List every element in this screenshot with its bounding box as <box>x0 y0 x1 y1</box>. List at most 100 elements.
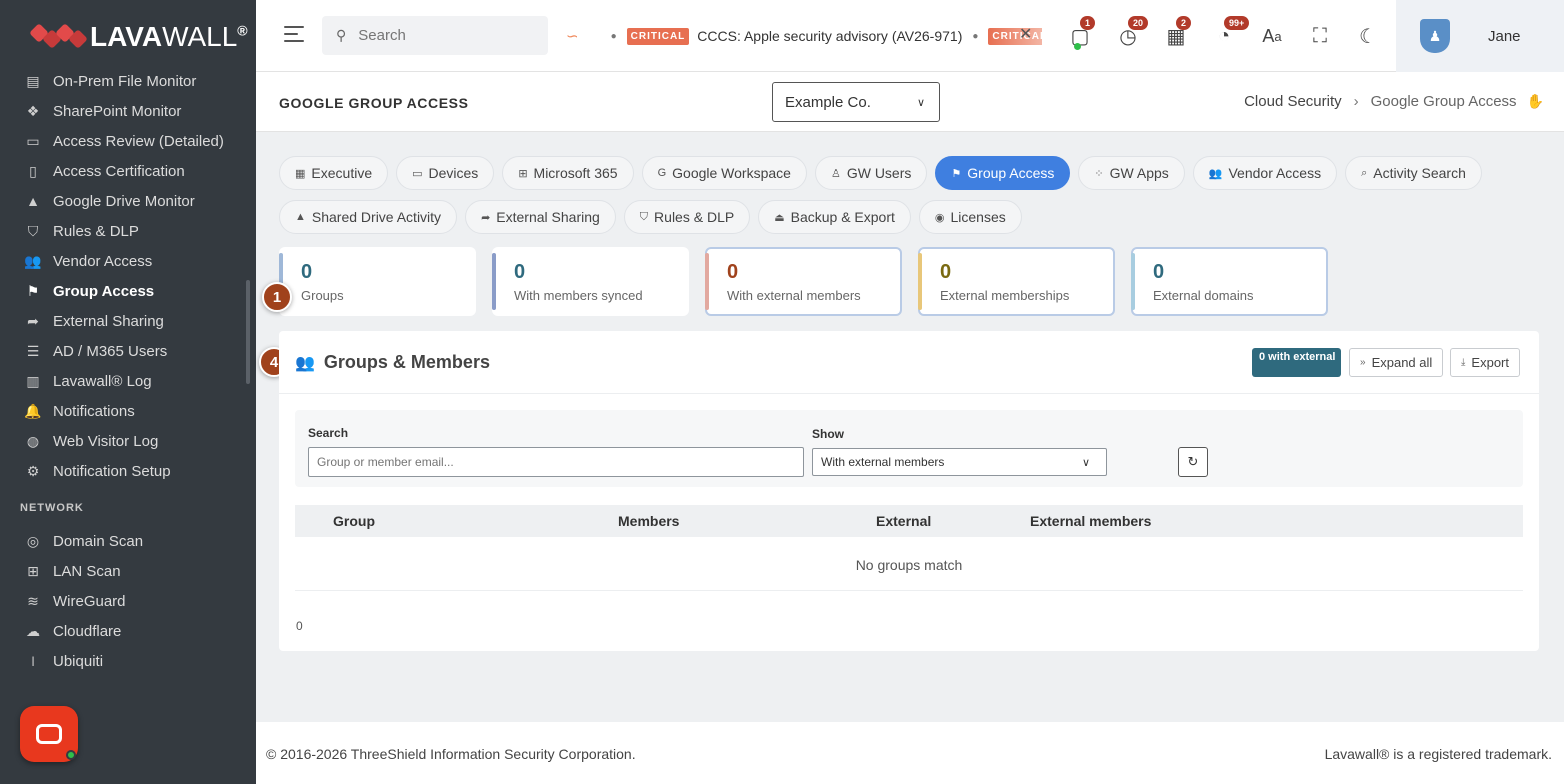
stat-label: With external members <box>727 288 861 303</box>
tab-rules-dlp[interactable]: ⛉ Rules & DLP <box>623 200 751 234</box>
expand-all-button[interactable]: » Expand all <box>1349 348 1444 377</box>
tab-executive[interactable]: ▦ Executive <box>279 156 389 190</box>
sidebar-item-label: AD / M365 Users <box>53 342 168 360</box>
tab-icon: ⁘ <box>1094 167 1104 180</box>
sidebar-item-external-sharing[interactable]: ➦ External Sharing <box>0 306 256 336</box>
column-header-external-members[interactable]: External members <box>1030 513 1151 529</box>
sidebar-item-group-access[interactable]: ⚑ Group Access <box>0 276 256 306</box>
tab-activity-search[interactable]: ⌕ Activity Search <box>1345 156 1482 190</box>
user-avatar-shield-icon: ♟ <box>1420 19 1450 53</box>
sidebar-item-rules-dlp[interactable]: ⛉ Rules & DLP <box>0 216 256 246</box>
sidebar-item-ubiquiti[interactable]: ⏽ Ubiquiti <box>0 646 256 676</box>
file-monitor-icon: ▤ <box>26 72 40 89</box>
folder-icon: ▭ <box>26 132 40 149</box>
sidebar-item-lavawall-log[interactable]: ▥ Lavawall® Log <box>0 366 256 396</box>
show-filter-select[interactable]: With external members ∨ <box>812 448 1107 476</box>
stat-card-groups[interactable]: 0 Groups <box>279 247 476 316</box>
tab-icon: ➦ <box>481 211 491 224</box>
refresh-button[interactable]: ↻ <box>1178 447 1208 477</box>
sidebar-item-label: WireGuard <box>53 592 126 610</box>
search-icon: ⚲ <box>336 27 347 43</box>
sidebar-item-web-visitor-log[interactable]: ◍ Web Visitor Log <box>0 426 256 456</box>
stat-card-with-members-synced[interactable]: 0 With members synced <box>492 247 689 316</box>
sidebar-item-access-review-detailed[interactable]: ▭ Access Review (Detailed) <box>0 126 256 156</box>
global-search-input[interactable] <box>358 27 519 44</box>
breadcrumb-item[interactable]: Cloud Security <box>1244 93 1342 110</box>
tab-shared-drive-activity[interactable]: ▲ Shared Drive Activity <box>279 200 458 234</box>
alert-ticker[interactable]: ∽ ● CRITICAL CCCS: Apple security adviso… <box>562 22 1042 50</box>
sidebar-item-label: On-Prem File Monitor <box>53 72 197 90</box>
sidebar-item-sharepoint-monitor[interactable]: ❖ SharePoint Monitor <box>0 96 256 126</box>
feeds-icon[interactable]: ◔ 99+ <box>1200 16 1250 54</box>
stat-label: External domains <box>1153 288 1254 303</box>
tab-icon: ⌕ <box>1361 166 1368 179</box>
result-count: 0 <box>296 619 303 633</box>
company-select[interactable]: Example Co. ∨ <box>772 82 940 122</box>
sidebar-item-label: Lavawall® Log <box>53 372 152 390</box>
cloud-icon: ☁ <box>26 622 40 639</box>
sidebar-item-cloudflare[interactable]: ☁ Cloudflare <box>0 616 256 646</box>
sidebar-item-ad-m365-users[interactable]: ☰ AD / M365 Users <box>0 336 256 366</box>
tab-backup-export[interactable]: ⏏ Backup & Export <box>758 200 911 234</box>
tab-microsoft-365[interactable]: ⊞ Microsoft 365 <box>502 156 634 190</box>
tab-label: Shared Drive Activity <box>311 209 442 225</box>
tab-label: Executive <box>311 165 373 181</box>
tab-gw-users[interactable]: ♙ GW Users <box>814 156 928 190</box>
export-label: Export <box>1471 355 1509 370</box>
sidebar-item-wireguard[interactable]: ≋ WireGuard <box>0 586 256 616</box>
stat-card-with-external-members[interactable]: 0 With external members <box>705 247 902 316</box>
sidebar-item-lan-scan[interactable]: ⊞ LAN Scan <box>0 556 256 586</box>
tab-gw-apps[interactable]: ⁘ GW Apps <box>1078 156 1185 190</box>
tab-icon: ⊞ <box>518 167 528 180</box>
tab-devices[interactable]: ▭ Devices <box>396 156 495 190</box>
lavawall-logo[interactable]: LAVAWALL® <box>29 18 248 56</box>
history-icon[interactable]: ◷ 20 <box>1104 16 1152 54</box>
group-search-input[interactable] <box>308 447 804 477</box>
sidebar-item-notifications[interactable]: 🔔 Notifications <box>0 396 256 426</box>
tab-vendor-access[interactable]: 👥 Vendor Access <box>1192 156 1338 190</box>
sitemap-icon: ⚑ <box>26 282 40 299</box>
sidebar-item-label: Vendor Access <box>53 252 153 270</box>
sidebar-item-google-drive-monitor[interactable]: ▲ Google Drive Monitor <box>0 186 256 216</box>
tab-google-workspace[interactable]: G Google Workspace <box>641 156 807 190</box>
fullscreen-icon[interactable]: ⛶ <box>1296 18 1344 54</box>
sidebar-item-domain-scan[interactable]: ◎ Domain Scan <box>0 526 256 556</box>
tab-label: Group Access <box>967 165 1055 181</box>
ticker-item-text[interactable]: CCCS: Apple security advisory (AV26-971) <box>697 28 962 44</box>
global-search[interactable]: ⚲ <box>322 16 548 55</box>
stat-cards: 0 Groups 0 With members synced 0 With externa… <box>279 247 1344 316</box>
tab-label: Vendor Access <box>1228 165 1322 181</box>
messages-icon[interactable]: ▢ 1 <box>1056 16 1104 54</box>
column-header-group[interactable]: Group <box>333 513 375 529</box>
hand-pointer-icon: ✋ <box>1526 93 1544 109</box>
chat-button[interactable] <box>20 706 78 762</box>
sidebar-scrollbar[interactable] <box>246 280 250 384</box>
users-icon: 👥 <box>295 354 315 372</box>
stat-card-external-memberships[interactable]: 0 External memberships <box>918 247 1115 316</box>
menu-toggle-icon[interactable] <box>284 26 304 44</box>
external-count-badge: 0 with external <box>1252 348 1341 377</box>
column-header-external[interactable]: External <box>876 513 931 529</box>
tab-label: Devices <box>428 165 479 181</box>
sidebar-item-label: Notification Setup <box>53 462 171 480</box>
network-icon: ⊞ <box>27 562 39 579</box>
wireguard-icon: ≋ <box>27 592 39 609</box>
tab-external-sharing[interactable]: ➦ External Sharing <box>465 200 616 234</box>
tab-licenses[interactable]: ◉ Licenses <box>918 200 1022 234</box>
sidebar-item-label: Access Review (Detailed) <box>53 132 224 150</box>
sidebar-item-access-certification[interactable]: ▯ Access Certification <box>0 156 256 186</box>
sidebar-item-on-prem-file-monitor[interactable]: ▤ On-Prem File Monitor <box>0 66 256 96</box>
ticker-close-icon[interactable]: ✕ <box>1019 24 1032 44</box>
stat-card-external-domains[interactable]: 0 External domains <box>1131 247 1328 316</box>
sidebar-item-label: Group Access <box>53 282 155 300</box>
dark-mode-icon[interactable]: ☾ <box>1344 18 1392 54</box>
user-menu[interactable]: ♟ Jane <box>1396 0 1564 72</box>
export-button[interactable]: ⤓ Export <box>1450 348 1520 377</box>
font-size-icon[interactable]: Aa <box>1248 18 1296 54</box>
column-header-members[interactable]: Members <box>618 513 679 529</box>
sidebar-item-notification-setup[interactable]: ⚙ Notification Setup <box>0 456 256 486</box>
tab-group-access[interactable]: ⚑ Group Access <box>935 156 1071 190</box>
qr-code-icon[interactable]: ▦ 2 <box>1152 16 1200 54</box>
sidebar-item-vendor-access[interactable]: 👥 Vendor Access <box>0 246 256 276</box>
tab-icon: ⚑ <box>951 167 962 180</box>
